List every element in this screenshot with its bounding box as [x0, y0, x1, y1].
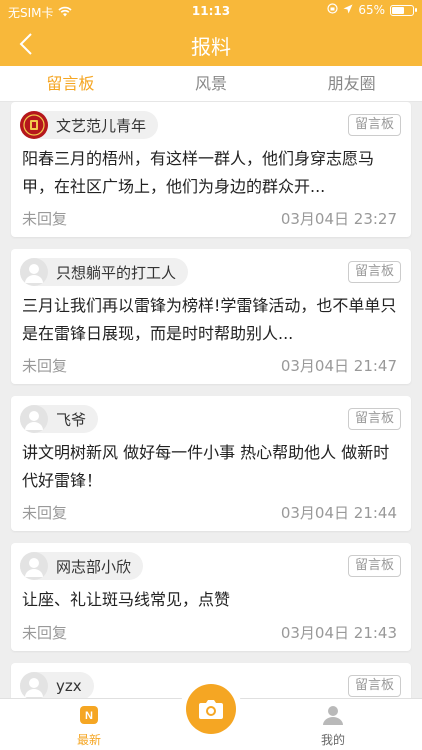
user-chip[interactable]: 只想躺平的打工人: [20, 258, 189, 286]
post-card[interactable]: 网志部小欣 留言板 让座、礼让斑马线常见，点赞 未回复 03月04日 21:43: [11, 543, 411, 651]
category-tag: 留言板: [347, 408, 401, 430]
page-title: 报料: [191, 35, 231, 59]
club-crest-icon: [21, 112, 47, 138]
user-chip[interactable]: yzx: [20, 672, 94, 698]
default-avatar-icon: [25, 558, 43, 577]
post-card[interactable]: 飞爷 留言板 讲文明树新风 做好每一件小事 热心帮助他人 做新时代好雷锋！ 未回…: [11, 396, 411, 531]
tab-scenery[interactable]: 风景: [141, 66, 282, 101]
post-time: 03月04日 21:47: [280, 357, 397, 375]
post-time: 03月04日 21:44: [280, 504, 397, 522]
user-chip[interactable]: 网志部小欣: [20, 552, 144, 580]
status-bar: 无SIM卡 11:13 65%: [0, 0, 422, 22]
user-name: 文艺范儿青年: [56, 116, 147, 135]
post-content: 阳春三月的梧州，有这样一群人，他们身穿志愿马甲，在社区广场上，他们为身边的群众开…: [22, 149, 375, 196]
post-time: 03月04日 23:27: [280, 210, 397, 228]
app-header: 无SIM卡 11:13 65% 报料: [0, 0, 422, 66]
post-card[interactable]: 文艺范儿青年 留言板 阳春三月的梧州，有这样一群人，他们身穿志愿马甲，在社区广场…: [11, 102, 411, 237]
battery-level-fill: [392, 6, 404, 14]
user-name: 网志部小欣: [56, 557, 132, 576]
post-time: 03月04日 21:43: [280, 624, 397, 642]
camera-button[interactable]: [186, 684, 236, 734]
user-chip[interactable]: 飞爷: [20, 405, 99, 433]
nav-mine-label: 我的: [320, 733, 345, 747]
category-tag: 留言板: [347, 555, 401, 577]
user-name: 只想躺平的打工人: [56, 263, 177, 282]
reply-status: 未回复: [22, 210, 68, 228]
nav-latest[interactable]: N 最新: [59, 705, 119, 748]
latest-icon: N: [80, 706, 98, 724]
category-tag: 留言板: [347, 114, 401, 136]
lock-rotation-icon: [327, 3, 338, 17]
user-icon: [323, 706, 343, 725]
user-name: 飞爷: [56, 410, 87, 429]
post-content: 三月让我们再以雷锋为榜样!学雷锋活动，也不单单只是在雷锋日展现，而是时时帮助别人…: [22, 296, 397, 343]
default-avatar-icon: [25, 678, 43, 697]
nav-latest-label: 最新: [76, 733, 101, 747]
battery-percent: 65%: [358, 3, 385, 17]
default-avatar-icon: [25, 264, 43, 283]
battery-icon: [390, 4, 417, 16]
avatar: [20, 258, 48, 286]
nav-bar: 报料: [0, 22, 422, 66]
category-tag: 留言板: [347, 675, 401, 697]
location-arrow-icon: [343, 3, 353, 17]
avatar: [20, 552, 48, 580]
avatar: [20, 111, 48, 139]
camera-button-wrap: [180, 678, 242, 740]
tab-message-board[interactable]: 留言板: [0, 66, 141, 101]
reply-status: 未回复: [22, 624, 68, 642]
tab-bar: 留言板 风景 朋友圈: [0, 66, 422, 102]
user-name: yzx: [56, 677, 82, 695]
avatar: [20, 405, 48, 433]
post-card[interactable]: 只想躺平的打工人 留言板 三月让我们再以雷锋为榜样!学雷锋活动，也不单单只是在雷…: [11, 249, 411, 384]
reply-status: 未回复: [22, 504, 68, 522]
latest-badge: N: [85, 710, 93, 722]
post-content: 讲文明树新风 做好每一件小事 热心帮助他人 做新时代好雷锋！: [22, 443, 390, 490]
user-chip[interactable]: 文艺范儿青年: [20, 111, 159, 139]
post-list[interactable]: 文艺范儿青年 留言板 阳春三月的梧州，有这样一群人，他们身穿志愿马甲，在社区广场…: [0, 102, 422, 698]
tab-moments[interactable]: 朋友圈: [281, 66, 422, 101]
avatar: [20, 672, 48, 698]
nav-mine[interactable]: 我的: [303, 705, 363, 748]
category-tag: 留言板: [347, 261, 401, 283]
post-content: 让座、礼让斑马线常见，点赞: [22, 590, 231, 609]
default-avatar-icon: [25, 411, 43, 430]
reply-status: 未回复: [22, 357, 68, 375]
camera-icon: [199, 700, 223, 719]
